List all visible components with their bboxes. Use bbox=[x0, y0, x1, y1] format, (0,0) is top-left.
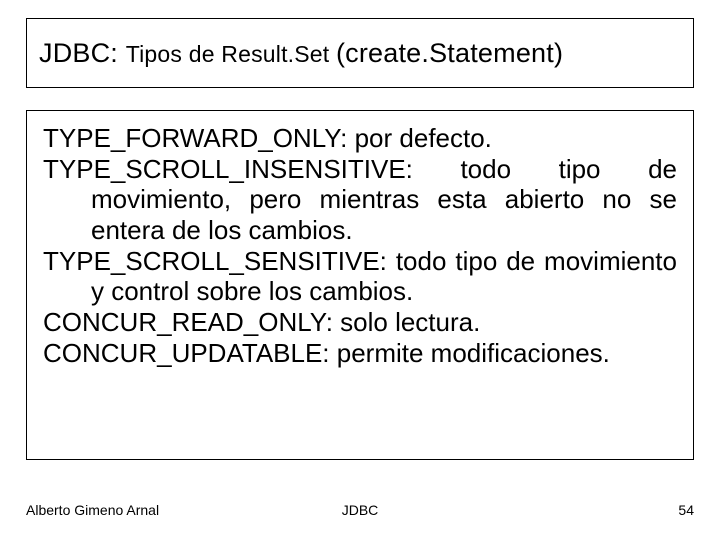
footer-page: 54 bbox=[678, 502, 694, 518]
footer-topic: JDBC bbox=[26, 502, 694, 518]
body-box: TYPE_FORWARD_ONLY: por defecto. TYPE_SCR… bbox=[26, 110, 694, 460]
title-box: JDBC: Tipos de Result.Set (create.Statem… bbox=[26, 18, 694, 88]
body-p1: TYPE_FORWARD_ONLY: por defecto. bbox=[43, 123, 677, 154]
title-sub: Tipos de Result.Set bbox=[126, 41, 336, 67]
body-p5: CONCUR_UPDATABLE: permite modificaciones… bbox=[43, 338, 677, 369]
slide-title: JDBC: Tipos de Result.Set (create.Statem… bbox=[39, 38, 563, 69]
title-paren: (create.Statement) bbox=[336, 38, 563, 68]
body-p3: TYPE_SCROLL_SENSITIVE: todo tipo de movi… bbox=[43, 246, 677, 307]
body-p4: CONCUR_READ_ONLY: solo lectura. bbox=[43, 307, 677, 338]
title-main: JDBC: bbox=[39, 38, 126, 68]
body-p2: TYPE_SCROLL_INSENSITIVE: todo tipo de mo… bbox=[43, 154, 677, 246]
slide: JDBC: Tipos de Result.Set (create.Statem… bbox=[0, 0, 720, 540]
